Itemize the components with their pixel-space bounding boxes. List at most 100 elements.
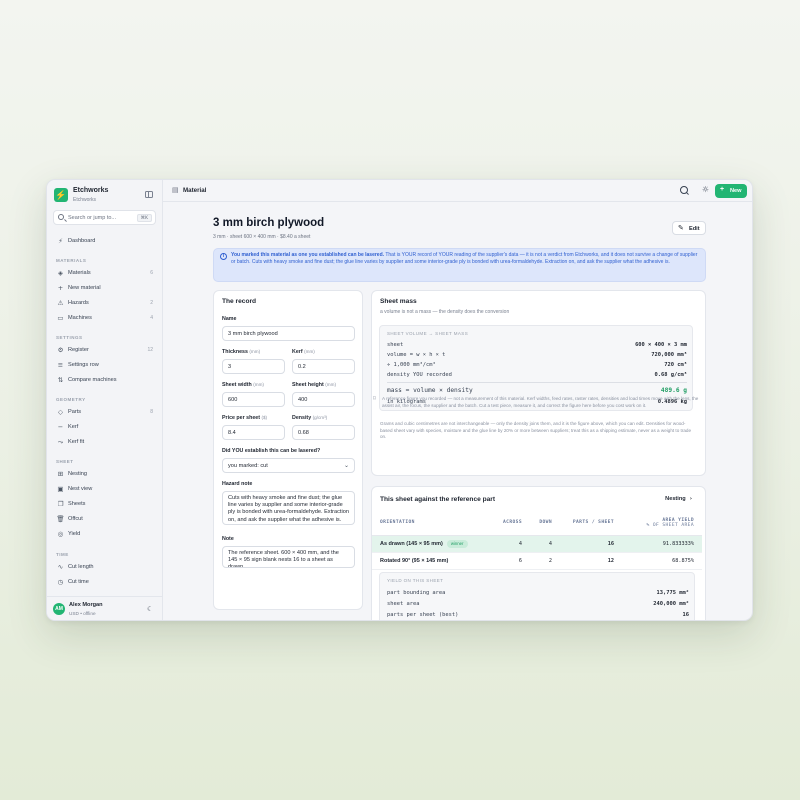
kerf-fit-icon: ⤳ <box>57 438 64 446</box>
across-cell: 4 <box>490 535 530 553</box>
calc-value: 0.68 g/cm³ <box>654 372 687 378</box>
reference-part-card: This sheet against the reference part Ne… <box>371 486 706 620</box>
price-field[interactable]: 8.4 <box>222 425 285 440</box>
col-parts: PARTS / SHEET <box>560 511 622 536</box>
new-button[interactable]: + New <box>715 184 747 198</box>
sidebar-item-yield[interactable]: ◎ Yield <box>53 528 156 541</box>
pulse-icon: ⚡ <box>58 237 63 245</box>
sidebar-item-new-material[interactable]: + New material <box>53 282 156 295</box>
sheet-mass-title: Sheet mass <box>380 298 417 305</box>
calc-row: density YOU recorded 0.68 g/cm³ <box>387 372 687 381</box>
sidebar-item-cut-length[interactable]: ∿ Cut length <box>53 561 156 574</box>
thickness-label-text: Thickness <box>222 349 248 355</box>
thickness-label: Thickness (mm) <box>222 349 260 355</box>
note-label: Note <box>222 536 234 542</box>
yield-key: part bounding area <box>387 590 446 596</box>
record-title: The record <box>222 298 257 305</box>
user-name: Alex Morgan <box>69 602 103 608</box>
orientation-text: Rotated 90° (95 × 145 mm) <box>380 557 449 564</box>
sidebar-item-compare-machines[interactable]: ⇅ Compare machines <box>53 374 156 387</box>
sidebar-item-label: Machines <box>68 315 92 321</box>
divider <box>387 382 687 383</box>
sheet-width-label-text: Sheet width <box>222 382 252 388</box>
page-title: 3 mm birch plywood <box>213 217 325 229</box>
sidebar-search[interactable]: Search or jump to... ⌘K <box>53 210 156 225</box>
sidebar-item-hazards[interactable]: ⚠ Hazards 2 <box>53 297 156 310</box>
kerf-unit: (mm) <box>304 349 315 354</box>
sidebar-item-parts[interactable]: ◇ Parts 8 <box>53 406 156 419</box>
table-row[interactable]: Rotated 90° (95 × 145 mm) 6 2 12 68.875% <box>372 552 702 570</box>
sidebar-item-machines[interactable]: ▭ Machines 4 <box>53 312 156 325</box>
sidebar-item-materials[interactable]: ◈ Materials 6 <box>53 267 156 280</box>
lightning-icon: ⚡ <box>54 188 68 202</box>
sidebar-item-kerf-fit[interactable]: ⤳ Kerf fit <box>53 436 156 449</box>
sidebar-item-label: Kerf fit <box>68 439 85 445</box>
sidebar-item-nest-view[interactable]: ▣ Nest view <box>53 483 156 496</box>
calc-value: 720 cm³ <box>664 362 687 368</box>
sidebar-item-settings-row[interactable]: ≡ Settings row <box>53 359 156 372</box>
tag-icon: ◇ <box>58 408 63 416</box>
sidebar-item-label: Offcut <box>68 516 83 522</box>
orientation-cell: As drawn (145 × 95 mm) winner <box>372 535 490 553</box>
sidebar-item-nesting[interactable]: ⊞ Nesting <box>53 468 156 481</box>
density-field[interactable]: 0.68 <box>292 425 355 440</box>
sidebar-toggle-icon[interactable] <box>145 191 153 198</box>
sidebar-item-label: Cut length <box>68 564 94 570</box>
thickness-field[interactable]: 3 <box>222 359 285 374</box>
nest-view-icon: ▣ <box>57 485 64 493</box>
sheet-height-field[interactable]: 400 <box>292 392 355 407</box>
hazard-note-field[interactable]: Cuts with heavy smoke and fine dust; the… <box>222 491 355 525</box>
note-field[interactable]: The reference sheet. 600 × 400 mm, and t… <box>222 546 355 568</box>
calc-row: sheet 600 × 400 × 3 mm <box>387 342 687 351</box>
sidebar-item-label: Hazards <box>68 300 89 306</box>
plus-icon: + <box>57 284 64 292</box>
col-across: ACROSS <box>490 511 530 536</box>
price-label: Price per sheet ($) <box>222 415 267 421</box>
kerf-label-text: Kerf <box>292 349 303 355</box>
across-cell: 6 <box>490 552 530 570</box>
sidebar-item-kerf[interactable]: − Kerf <box>53 421 156 434</box>
brand-subtitle: Etchworks <box>73 197 97 203</box>
parts-cell: 12 <box>560 552 622 570</box>
brand-name: Etchworks <box>73 187 109 194</box>
nesting-link-label: Nesting <box>665 496 686 502</box>
kerf-field[interactable]: 0.2 <box>292 359 355 374</box>
density-label: Density (g/cm³) <box>292 415 327 421</box>
sun-icon[interactable]: ☼ <box>702 185 709 194</box>
sheets-icon: ❐ <box>57 500 64 508</box>
sheet-width-unit: (mm) <box>253 382 264 387</box>
laser-select[interactable]: you marked: cut ⌄ <box>222 458 355 473</box>
table-header-row: ORIENTATION ACROSS DOWN PARTS / SHEET AR… <box>372 511 702 536</box>
yield-row: part bounding area 13,775 mm² <box>387 590 689 599</box>
nav-section-sheet: SHEET <box>56 459 74 464</box>
sidebar-item-sheets[interactable]: ❐ Sheets <box>53 498 156 511</box>
sidebar-item-dashboard[interactable]: ⚡ Dashboard <box>53 235 156 248</box>
mass-result-value: 489.6 g <box>660 387 687 394</box>
mass-explanation: Grams and cubic centimetres are not inte… <box>380 421 692 440</box>
col-yield-sub: % OF SHEET AREA <box>646 522 694 528</box>
sidebar-item-register[interactable]: ⚙ Register 12 <box>53 344 156 357</box>
calc-row: ÷ 1,000 mm³/cm³ 720 cm³ <box>387 362 687 371</box>
col-yield: AREA YIELD% OF SHEET AREA <box>622 511 702 536</box>
notice-bold: You marked this material as one you esta… <box>231 252 385 258</box>
nesting-link[interactable]: Nesting › <box>665 496 692 502</box>
topbar: ▤ Material ☼ + New <box>163 180 752 202</box>
user-panel[interactable]: AM Alex Morgan USD • offline ☾ <box>47 596 163 620</box>
machine-icon: ▭ <box>57 314 64 322</box>
warning-icon: ⚠ <box>57 299 64 307</box>
sidebar-item-offcut[interactable]: 🗑 Offcut <box>53 513 156 526</box>
edit-button[interactable]: ✎ Edit <box>672 221 706 235</box>
orientation-cell: Rotated 90° (95 × 145 mm) <box>372 552 490 570</box>
laser-select-value: you marked: cut <box>228 463 268 469</box>
name-field[interactable]: 3 mm birch plywood <box>222 326 355 341</box>
sidebar-item-cut-time[interactable]: ◷ Cut time <box>53 576 156 589</box>
search-icon[interactable] <box>680 186 689 195</box>
yield-row: parts per sheet (best) 16 <box>387 612 689 620</box>
moon-icon[interactable]: ☾ <box>147 605 155 613</box>
table-row[interactable]: As drawn (145 × 95 mm) winner 4 4 16 91.8… <box>372 535 702 553</box>
yield-cell: 68.875% <box>622 552 702 570</box>
yield-panel: YIELD ON THIS SHEET part bounding area 13… <box>379 572 695 620</box>
nav-section-materials: MATERIALS <box>56 258 87 263</box>
calc-row: volume = w × h × t 720,000 mm³ <box>387 352 687 361</box>
sheet-width-field[interactable]: 600 <box>222 392 285 407</box>
